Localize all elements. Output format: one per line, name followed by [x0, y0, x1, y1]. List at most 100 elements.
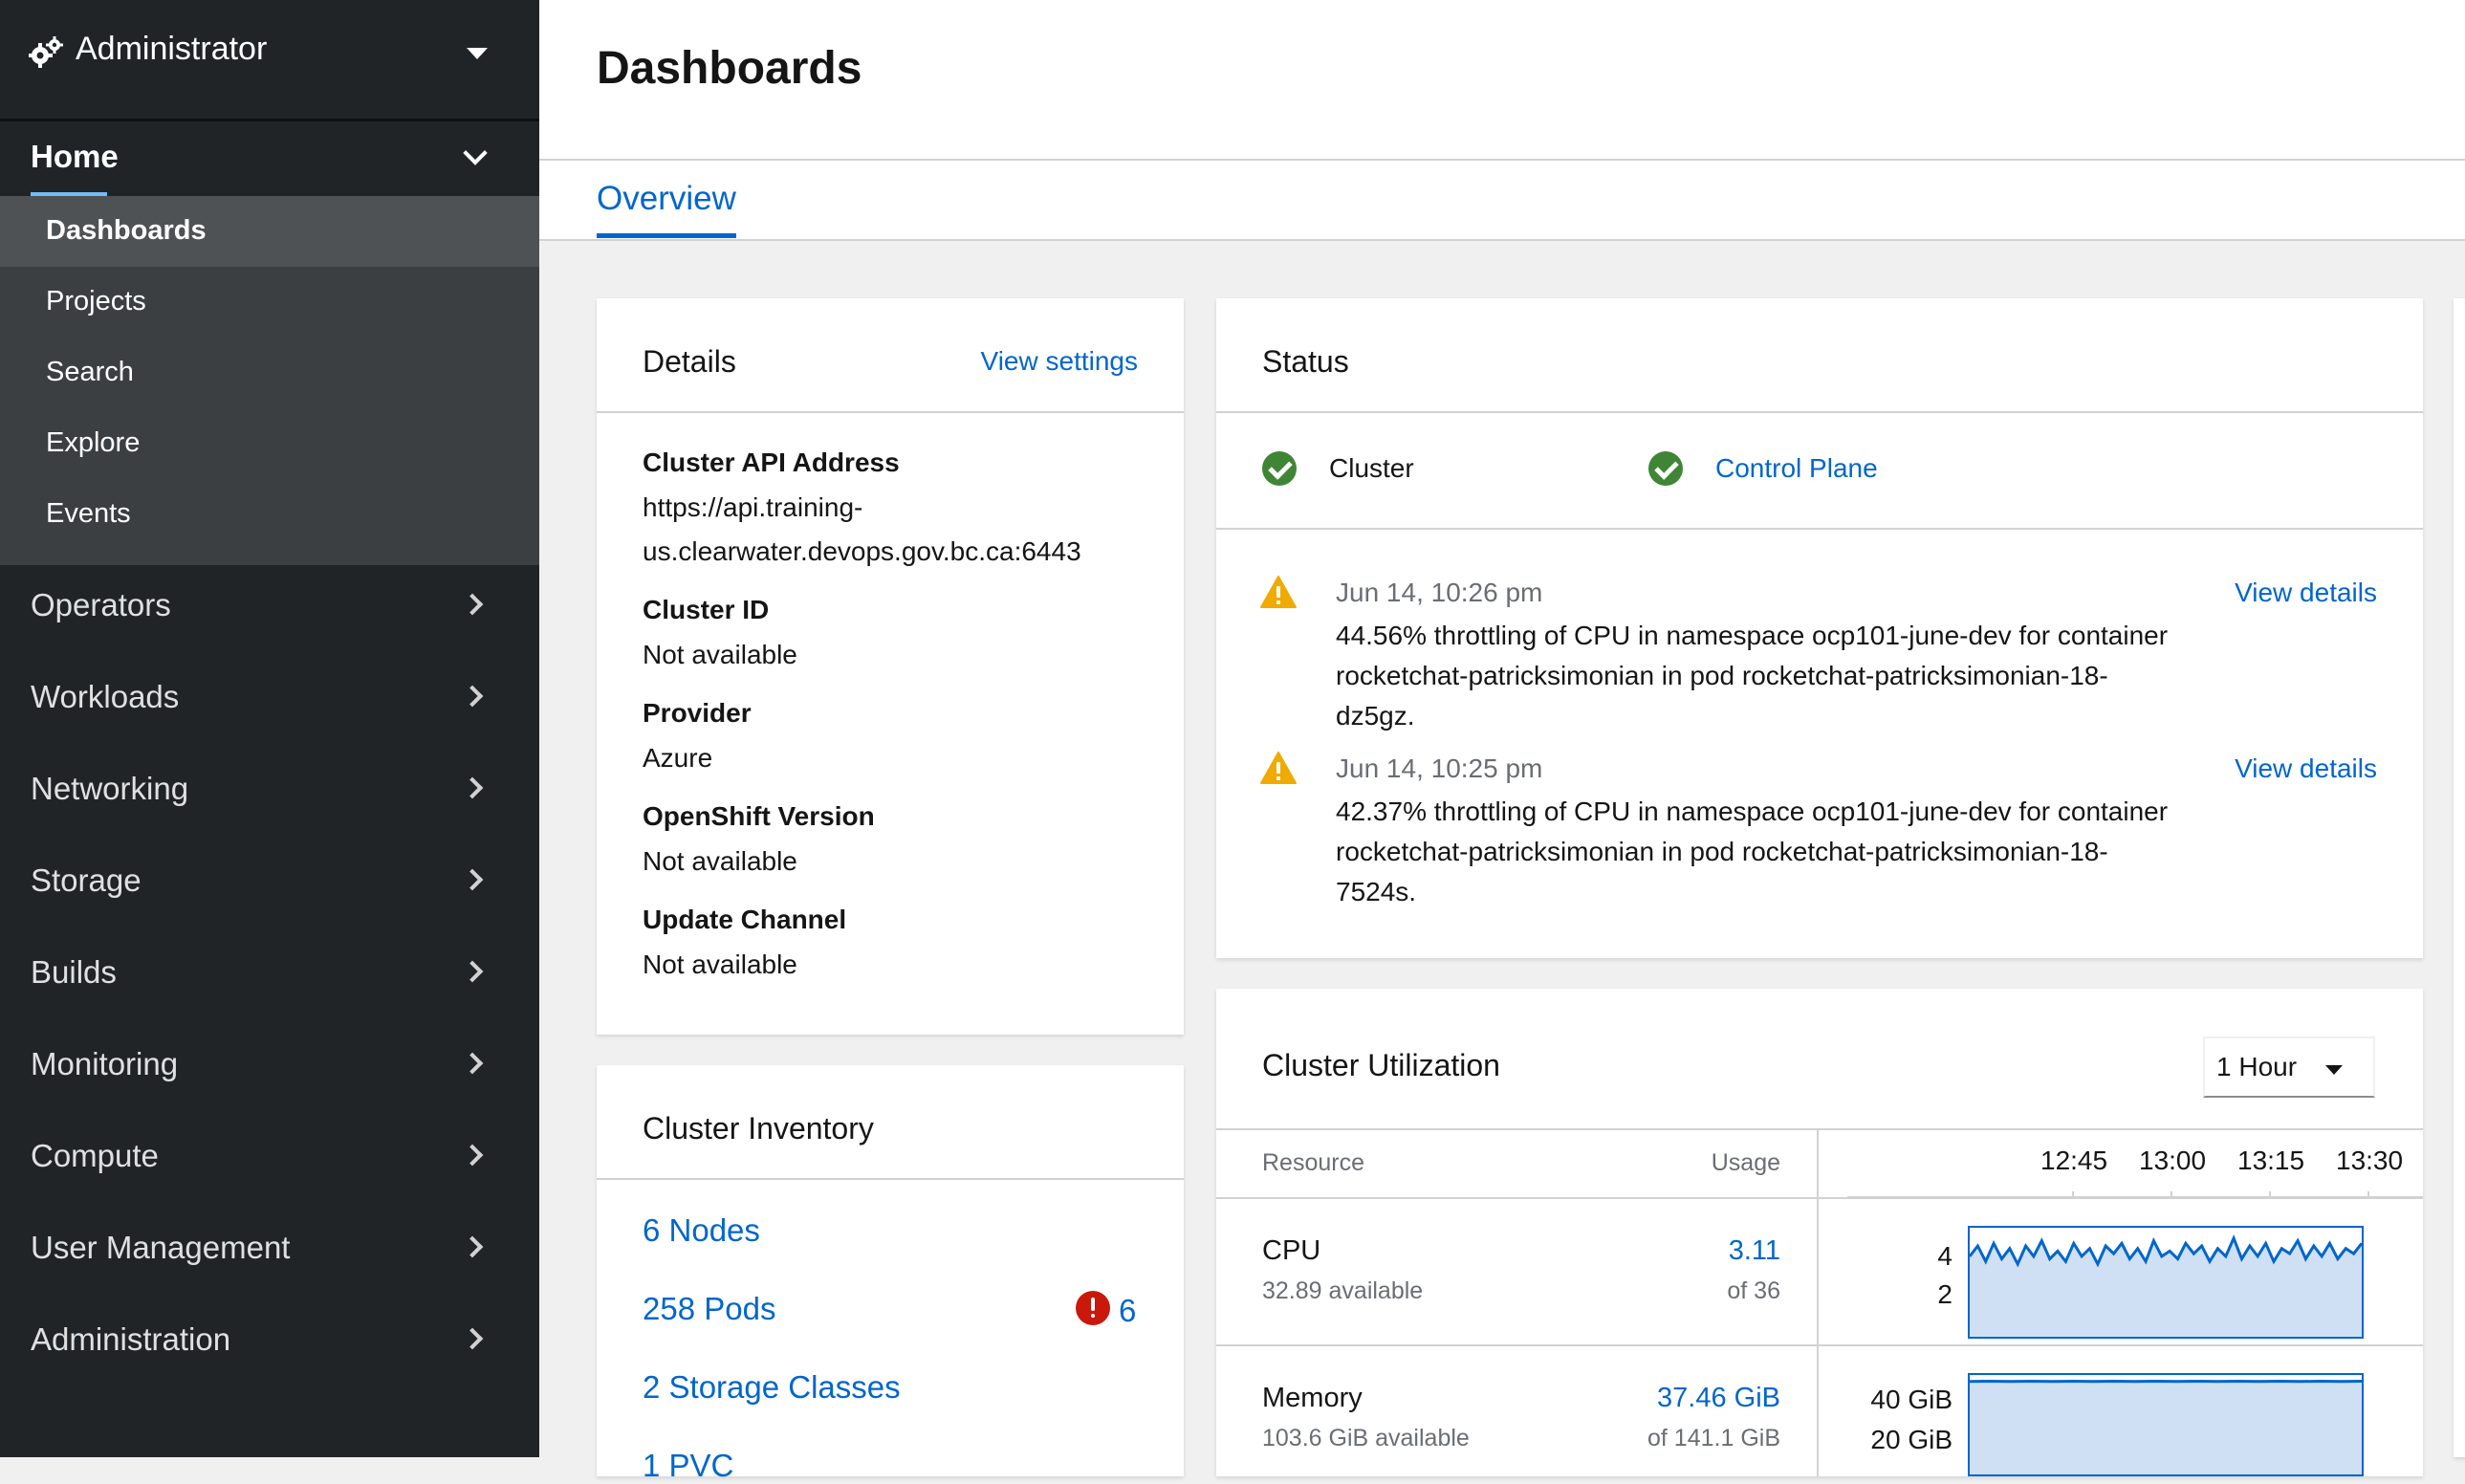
- y-axis-label: 2: [1838, 1279, 1952, 1310]
- y-axis-label: 20 GiB: [1838, 1425, 1952, 1455]
- column-header-usage: Usage: [1666, 1149, 1780, 1177]
- chevron-right-icon: [462, 1053, 484, 1075]
- inventory-card: Cluster Inventory 6 Nodes 258 Pods 6 2 S…: [597, 1065, 1184, 1476]
- gears-icon: [29, 36, 63, 69]
- provider-value: Azure: [643, 736, 1159, 780]
- y-axis-label: 40 GiB: [1838, 1385, 1952, 1415]
- chevron-right-icon: [462, 686, 484, 708]
- inventory-title: Cluster Inventory: [643, 1111, 874, 1146]
- time-tick-label: 13:30: [2336, 1146, 2403, 1176]
- time-axis: [1819, 1180, 2423, 1199]
- alert-view-details-link[interactable]: View details: [2235, 578, 2377, 608]
- nav-item-projects[interactable]: Projects: [0, 267, 539, 338]
- details-title: Details: [643, 344, 736, 380]
- nav-section-label: Builds: [31, 954, 117, 991]
- nav-section-workloads[interactable]: Workloads: [0, 650, 539, 742]
- nav-section-label: Monitoring: [31, 1046, 178, 1082]
- resource-name: CPU: [1262, 1235, 1320, 1267]
- time-tick-label: 12:45: [2040, 1146, 2107, 1176]
- nav-section-administration[interactable]: Administration: [0, 1293, 539, 1385]
- divider: [1216, 1197, 2423, 1199]
- alert-message-line: dz5gz.: [1336, 696, 2206, 736]
- duration-dropdown[interactable]: 1 Hour: [2203, 1037, 2375, 1098]
- openshift-version-value: Not available: [643, 840, 1159, 884]
- nav-section-label: Administration: [31, 1321, 230, 1358]
- nav-section-home: Home Dashboards Projects Search Explore …: [0, 121, 539, 565]
- nav-section-storage[interactable]: Storage: [0, 834, 539, 926]
- sidebar: Administrator Home Dashboards Projects S…: [0, 0, 539, 1457]
- update-channel-value: Not available: [643, 943, 1159, 987]
- nav-section-networking[interactable]: Networking: [0, 742, 539, 834]
- tab-overview[interactable]: Overview: [597, 180, 736, 238]
- alert-view-details-link[interactable]: View details: [2235, 753, 2377, 784]
- nav-home-toggle[interactable]: Home: [0, 121, 539, 196]
- pods-error-count[interactable]: 6: [1119, 1293, 1136, 1329]
- inventory-pvc-link[interactable]: 1 PVC: [643, 1448, 733, 1484]
- nav-section-label: Workloads: [31, 679, 179, 715]
- nav-item-events[interactable]: Events: [0, 479, 539, 550]
- chevron-right-icon: [462, 1328, 484, 1350]
- inventory-nodes-link[interactable]: 6 Nodes: [643, 1212, 760, 1249]
- alert-message-line: 42.37% throttling of CPU in namespace oc…: [1336, 792, 2206, 832]
- field-label: OpenShift Version: [643, 801, 875, 832]
- nav-item-label: Explore: [46, 427, 140, 459]
- details-card: Details View settings Cluster API Addres…: [597, 298, 1184, 1035]
- time-tick-label: 13:15: [2237, 1146, 2304, 1176]
- nav-item-label: Events: [46, 498, 131, 530]
- column-header-resource: Resource: [1262, 1149, 1364, 1177]
- nav-section-label: Storage: [31, 862, 142, 899]
- resource-usage-link[interactable]: 3.11: [1589, 1235, 1780, 1267]
- warning-icon: [1260, 752, 1297, 784]
- y-axis-label: 4: [1838, 1241, 1952, 1272]
- memory-sparkline: [1968, 1373, 2364, 1476]
- nav-section-monitoring[interactable]: Monitoring: [0, 1017, 539, 1109]
- field-label: Cluster ID: [643, 595, 769, 625]
- nav-section-label: Compute: [31, 1138, 159, 1174]
- divider: [597, 411, 1184, 413]
- status-card: Status Cluster Control Plane Jun 14, 10:…: [1216, 298, 2423, 958]
- cluster-id-value: Not available: [643, 633, 1159, 677]
- cpu-sparkline: [1968, 1226, 2364, 1339]
- nav-section-builds[interactable]: Builds: [0, 926, 539, 1017]
- utilization-card: Cluster Utilization 1 Hour Resource Usag…: [1216, 989, 2423, 1476]
- view-settings-link[interactable]: View settings: [981, 346, 1138, 377]
- page-title: Dashboards: [597, 42, 862, 95]
- chevron-right-icon: [462, 961, 484, 983]
- field-label: Provider: [643, 698, 752, 729]
- resource-available: 32.89 available: [1262, 1277, 1423, 1305]
- nav-section-user-management[interactable]: User Management: [0, 1201, 539, 1293]
- alert-message-line: 7524s.: [1336, 872, 2206, 912]
- duration-value: 1 Hour: [2216, 1052, 2297, 1082]
- cluster-api-address-line1: https://api.training-: [643, 486, 1159, 530]
- check-circle-icon: [1262, 451, 1297, 486]
- warning-icon: [1260, 576, 1297, 608]
- nav-section-label: User Management: [31, 1230, 290, 1266]
- divider: [1216, 1128, 2423, 1130]
- nav-section-operators[interactable]: Operators: [0, 558, 539, 650]
- error-icon: [1076, 1291, 1110, 1325]
- resource-available: 103.6 GiB available: [1262, 1425, 1470, 1452]
- main-content: Dashboards Overview Details View setting…: [539, 0, 2465, 1457]
- resource-usage-link[interactable]: 37.46 GiB: [1589, 1383, 1780, 1414]
- perspective-label: Administrator: [76, 31, 267, 68]
- divider: [1216, 411, 2423, 413]
- check-circle-icon: [1648, 451, 1683, 486]
- nav-item-explore[interactable]: Explore: [0, 408, 539, 479]
- nav-item-search[interactable]: Search: [0, 338, 539, 408]
- caret-down-icon: [2325, 1065, 2343, 1075]
- alert-time: Jun 14, 10:25 pm: [1336, 753, 1542, 784]
- caret-down-icon: [467, 48, 488, 59]
- nav-item-dashboards[interactable]: Dashboards: [0, 196, 539, 267]
- nav-section-compute[interactable]: Compute: [0, 1109, 539, 1201]
- alert-time: Jun 14, 10:26 pm: [1336, 578, 1542, 608]
- nav-item-label: Search: [46, 357, 134, 388]
- inventory-pods-link[interactable]: 258 Pods: [643, 1291, 775, 1327]
- memory-sparkline-area: [1970, 1382, 2362, 1475]
- field-label: Update Channel: [643, 905, 846, 935]
- health-control-plane-link[interactable]: Control Plane: [1715, 453, 1878, 484]
- status-title: Status: [1262, 344, 1349, 380]
- chevron-right-icon: [462, 1236, 484, 1258]
- inventory-storage-classes-link[interactable]: 2 Storage Classes: [643, 1369, 901, 1406]
- perspective-switcher[interactable]: Administrator: [0, 0, 539, 121]
- alert-message-line: 44.56% throttling of CPU in namespace oc…: [1336, 616, 2206, 656]
